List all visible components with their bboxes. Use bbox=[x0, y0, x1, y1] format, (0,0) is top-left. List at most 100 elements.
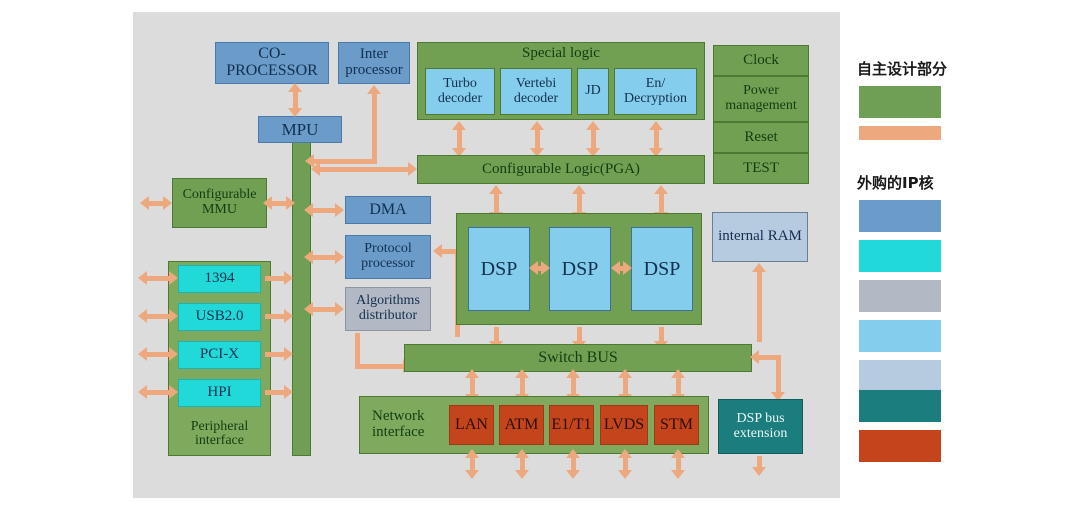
network-interface-label: Network interface bbox=[372, 408, 425, 440]
arrowhead-left bbox=[138, 271, 147, 285]
arrow-sw-dspext-v bbox=[776, 355, 781, 395]
block-atm[interactable]: ATM bbox=[499, 405, 544, 445]
arrowhead-up bbox=[530, 121, 544, 130]
arrowhead-right bbox=[408, 162, 417, 176]
block-co-processor[interactable]: CO-PROCESSOR bbox=[215, 42, 329, 84]
arrow-interproc-v bbox=[372, 92, 377, 164]
lvds-label: LVDS bbox=[603, 415, 645, 433]
arrow-sl-pga-2 bbox=[535, 128, 540, 150]
arrowhead-right bbox=[163, 196, 172, 210]
arrowhead-up bbox=[515, 369, 529, 378]
block-lvds[interactable]: LVDS bbox=[600, 405, 648, 445]
block-usb20[interactable]: USB2.0 bbox=[178, 303, 261, 331]
block-power-management[interactable]: Power management bbox=[713, 76, 809, 122]
legend-swatch-gray bbox=[859, 280, 941, 312]
block-internal-ram[interactable]: internal RAM bbox=[712, 212, 808, 262]
arrowhead-up bbox=[367, 85, 381, 94]
arrow-bus-pga bbox=[320, 167, 412, 172]
main-vertical-bus bbox=[292, 138, 311, 456]
dsp2-label: DSP bbox=[561, 257, 599, 280]
block-turbo-decoder[interactable]: Turbo decoder bbox=[425, 68, 495, 115]
arrowhead-left bbox=[138, 347, 147, 361]
arrow-sl-pga-4 bbox=[654, 128, 659, 150]
block-jd[interactable]: JD bbox=[577, 68, 609, 115]
arrowhead-up bbox=[649, 121, 663, 130]
configurable-mmu-label: Configurable MMU bbox=[182, 187, 257, 217]
arrow-sw-net-5 bbox=[676, 376, 681, 396]
arrowhead-up bbox=[671, 369, 685, 378]
arrowhead-up bbox=[452, 121, 466, 130]
usb-label: USB2.0 bbox=[195, 308, 244, 325]
hpi-label: HPI bbox=[207, 384, 232, 401]
arrowhead-left bbox=[304, 302, 313, 316]
block-pci-x[interactable]: PCI-X bbox=[178, 341, 261, 369]
pcix-label: PCI-X bbox=[199, 346, 240, 363]
block-configurable-logic-pga[interactable]: Configurable Logic(PGA) bbox=[417, 155, 705, 184]
arrowhead-right bbox=[284, 347, 293, 361]
en-decryption-label: En/ Decryption bbox=[624, 75, 687, 106]
arrowhead-down bbox=[288, 108, 302, 117]
block-inter-processor[interactable]: Inter processor bbox=[338, 42, 410, 84]
block-test[interactable]: TEST bbox=[713, 153, 809, 184]
clock-label: Clock bbox=[743, 51, 779, 68]
legend-swatch-light-blue bbox=[859, 320, 941, 352]
special-logic-label: Special logic bbox=[522, 45, 600, 61]
arrowhead-up bbox=[586, 121, 600, 130]
block-dma[interactable]: DMA bbox=[345, 196, 431, 224]
switch-bus-label: Switch BUS bbox=[538, 348, 618, 366]
configurable-logic-label: Configurable Logic(PGA) bbox=[482, 160, 640, 177]
power-management-label: Power management bbox=[725, 83, 797, 113]
protocol-processor-label: Protocol processor bbox=[361, 241, 415, 271]
arrowhead-right bbox=[284, 309, 293, 323]
block-dsp-2[interactable]: DSP bbox=[549, 227, 611, 311]
dsp-bus-extension-label: DSP bus extension bbox=[733, 410, 788, 441]
block-dsp-1[interactable]: DSP bbox=[468, 227, 530, 311]
arrowhead-up bbox=[566, 449, 580, 458]
legend-group2-title: 外购的IP核 bbox=[857, 174, 934, 192]
arrowhead-right bbox=[286, 196, 295, 210]
arrowhead-down bbox=[566, 470, 580, 479]
arrow-sw-net-4 bbox=[623, 376, 628, 396]
block-hpi[interactable]: HPI bbox=[178, 379, 261, 407]
arrowhead-right bbox=[335, 250, 344, 264]
block-switch-bus[interactable]: Switch BUS bbox=[404, 344, 752, 372]
arrowhead-down bbox=[618, 470, 632, 479]
block-e1t1[interactable]: E1/T1 bbox=[549, 405, 594, 445]
vertebi-decoder-label: Vertebi decoder bbox=[513, 75, 559, 106]
block-algorithms-distributor[interactable]: Algorithms distributor bbox=[345, 287, 431, 331]
block-reset[interactable]: Reset bbox=[713, 122, 809, 153]
block-dsp-bus-extension[interactable]: DSP bus extension bbox=[718, 399, 803, 454]
arrowhead-left bbox=[529, 261, 538, 275]
mpu-label: MPU bbox=[281, 119, 319, 139]
arrowhead-down bbox=[465, 470, 479, 479]
arrowhead-right bbox=[541, 261, 550, 275]
test-label: TEST bbox=[743, 159, 779, 176]
arrowhead-up bbox=[618, 369, 632, 378]
block-configurable-mmu[interactable]: Configurable MMU bbox=[172, 178, 267, 228]
block-clock[interactable]: Clock bbox=[713, 45, 809, 76]
arrowhead-up bbox=[671, 449, 685, 458]
p1394-label: 1394 bbox=[204, 270, 235, 287]
arrowhead-left bbox=[433, 244, 442, 258]
block-lan[interactable]: LAN bbox=[449, 405, 494, 445]
arrowhead-up bbox=[465, 369, 479, 378]
block-dsp-3[interactable]: DSP bbox=[631, 227, 693, 311]
block-mpu[interactable]: MPU bbox=[258, 116, 342, 143]
arrow-sw-net-3 bbox=[571, 376, 576, 396]
arrowhead-right bbox=[335, 302, 344, 316]
block-stm[interactable]: STM bbox=[654, 405, 699, 445]
peripheral-interface-label: Peripheral interface bbox=[190, 418, 249, 449]
arrow-pga-dsp-3 bbox=[659, 192, 664, 214]
dsp3-label: DSP bbox=[643, 257, 681, 280]
arrowhead-left bbox=[138, 385, 147, 399]
arrowhead-up bbox=[618, 449, 632, 458]
arrow-pga-dsp-1 bbox=[494, 192, 499, 214]
block-en-decryption[interactable]: En/ Decryption bbox=[614, 68, 697, 115]
block-1394[interactable]: 1394 bbox=[178, 265, 261, 293]
block-vertebi-decoder[interactable]: Vertebi decoder bbox=[500, 68, 572, 115]
block-protocol-processor[interactable]: Protocol processor bbox=[345, 235, 431, 279]
arrow-ram-switchbus bbox=[757, 270, 762, 342]
arrowhead-right bbox=[169, 347, 178, 361]
turbo-decoder-label: Turbo decoder bbox=[437, 75, 483, 106]
co-processor-label: CO-PROCESSOR bbox=[226, 45, 318, 79]
